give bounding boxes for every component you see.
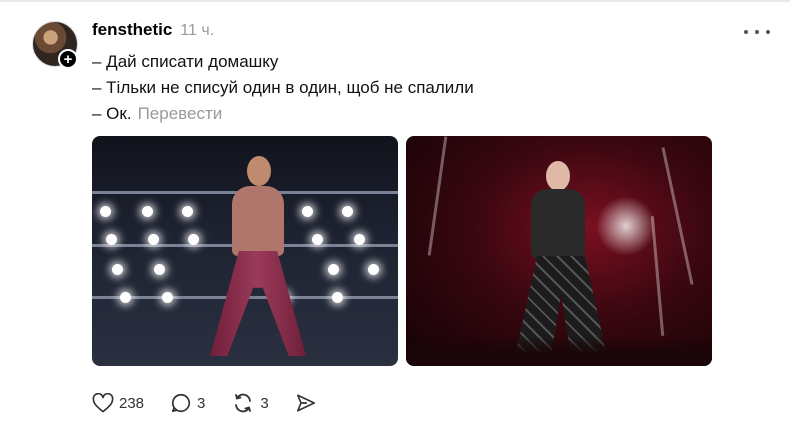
reply-count: 3 — [197, 394, 206, 412]
translate-link[interactable]: Перевести — [138, 104, 223, 123]
post-text-line: – Дай списати домашку — [92, 52, 279, 71]
follow-button[interactable]: + — [58, 49, 78, 69]
like-count: 238 — [119, 394, 145, 412]
stage-beam — [661, 147, 694, 285]
comment-icon — [171, 393, 191, 413]
more-dot-icon — [755, 30, 759, 34]
heart-icon — [92, 393, 114, 413]
repost-button[interactable]: 3 — [231, 392, 269, 414]
more-options-button[interactable] — [744, 24, 770, 40]
top-divider — [0, 0, 790, 2]
post-text-line: – Тільки не списуй один в один, щоб не с… — [92, 78, 474, 97]
reply-button[interactable]: 3 — [170, 392, 205, 414]
post-text-line-last: – Ок. Перевести — [92, 102, 222, 126]
username[interactable]: fensthetic — [92, 20, 172, 40]
avatar-container[interactable]: + — [32, 21, 78, 69]
share-icon — [296, 394, 315, 412]
post-header: fensthetic 11 ч. — [92, 20, 214, 44]
post-text-line: – Ок. — [92, 104, 132, 123]
timestamp[interactable]: 11 ч. — [180, 22, 214, 40]
action-bar: 238 3 3 — [92, 392, 343, 414]
more-dot-icon — [766, 30, 770, 34]
repost-count: 3 — [260, 394, 269, 412]
post-image-2[interactable] — [406, 136, 712, 366]
performer-figure — [202, 156, 312, 361]
more-dot-icon — [744, 30, 748, 34]
share-button[interactable] — [295, 393, 317, 413]
like-button[interactable]: 238 — [92, 393, 144, 413]
post-image-1[interactable] — [92, 136, 398, 366]
crowd — [406, 336, 712, 366]
repost-icon — [235, 393, 252, 413]
stage-beam — [427, 136, 448, 256]
